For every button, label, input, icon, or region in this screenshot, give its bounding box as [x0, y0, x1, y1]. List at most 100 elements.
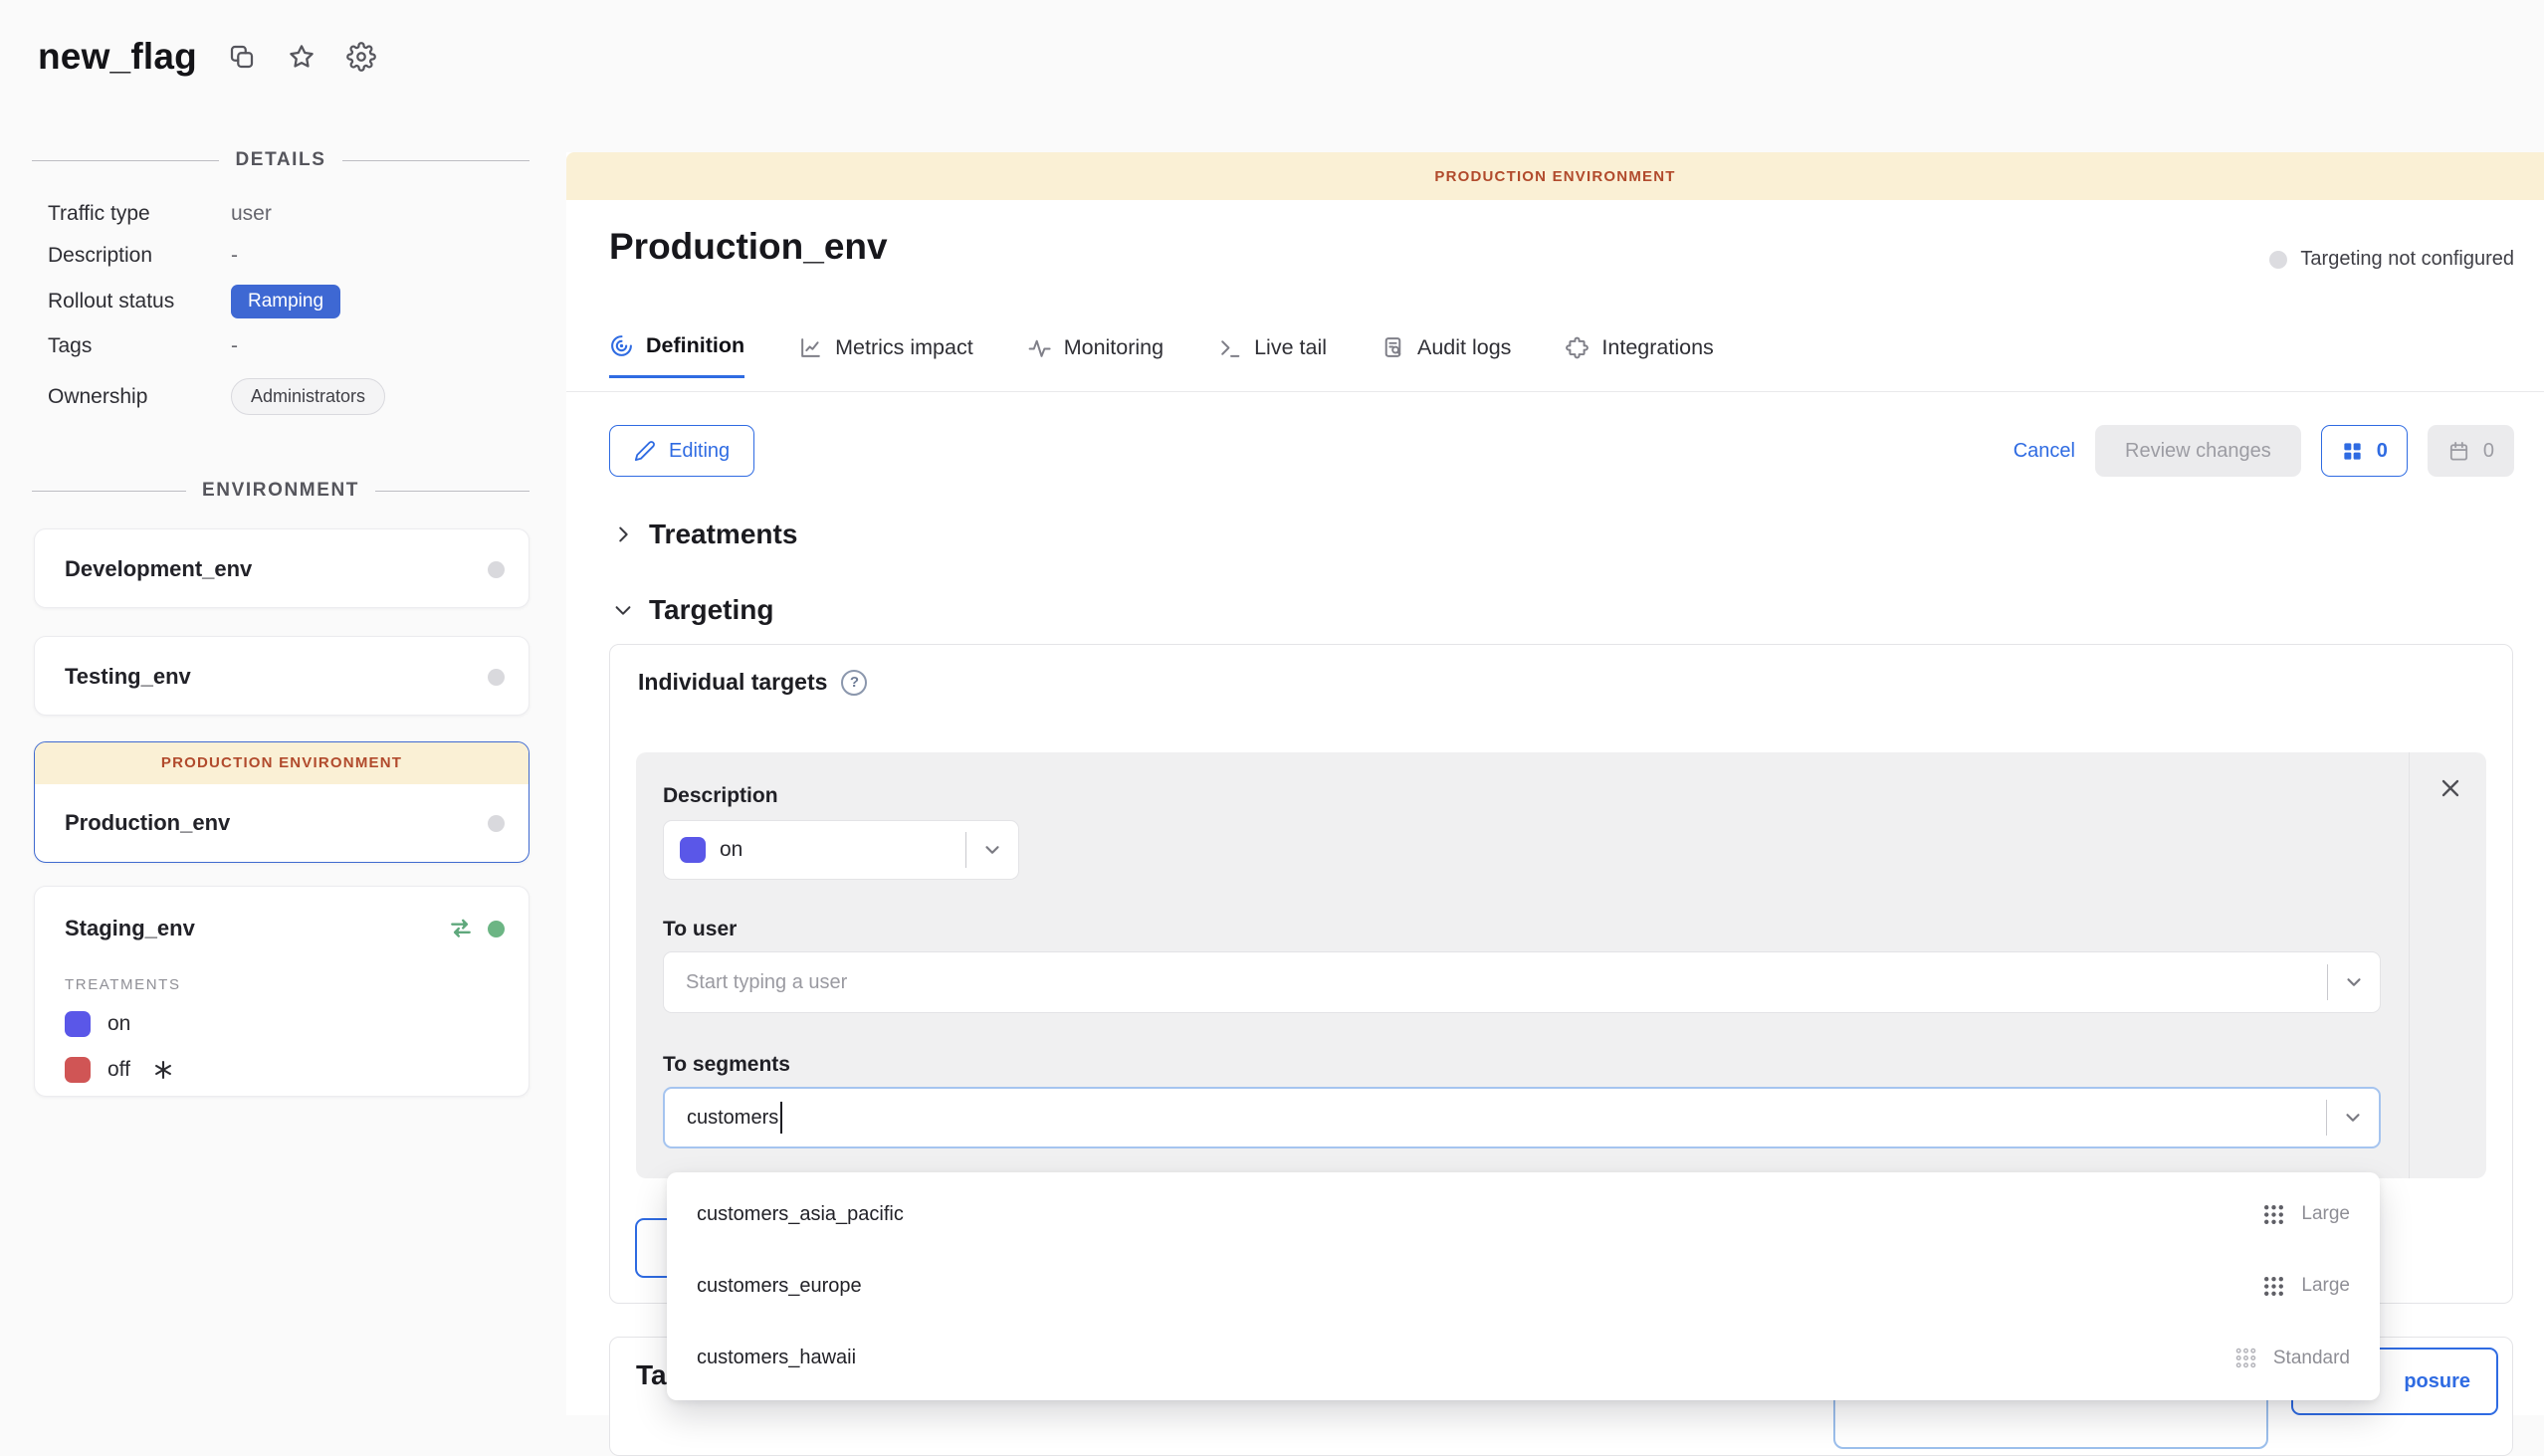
chevron-down-icon[interactable] [2343, 971, 2365, 993]
tab-metrics-impact[interactable]: Metrics impact [798, 333, 973, 378]
env-name: Production_env [65, 810, 230, 836]
scheduled-changes-button[interactable]: 0 [2428, 425, 2514, 477]
treatment-name: off [107, 1058, 130, 1082]
tab-live-tail[interactable]: Live tail [1217, 333, 1327, 378]
rule-divider [2409, 752, 2410, 1178]
review-changes-button[interactable]: Review changes [2095, 425, 2301, 477]
default-treatment-asterisk-icon [151, 1058, 175, 1082]
tab-label: Metrics impact [835, 335, 973, 360]
toolbar-right: Cancel Review changes 0 0 [2014, 425, 2514, 477]
segment-size-label: Large [2301, 1275, 2350, 1297]
env-card-production[interactable]: PRODUCTION ENVIRONMENT Production_env [34, 741, 530, 863]
text-caret [780, 1102, 782, 1134]
detail-value: - [231, 334, 238, 358]
env-card-development[interactable]: Development_env [34, 528, 530, 608]
env-card-staging[interactable]: Staging_env TREATMENTS on off [34, 886, 530, 1097]
detail-value: - [231, 244, 238, 268]
close-icon[interactable] [2437, 774, 2464, 802]
select-divider [965, 832, 966, 868]
segment-name: customers_asia_pacific [697, 1203, 904, 1226]
segment-size-label: Standard [2273, 1348, 2350, 1369]
live-tail-icon [1217, 335, 1242, 360]
environment-title: Production_env [609, 226, 888, 268]
segment-option-europe[interactable]: customers_europe Large [667, 1250, 2380, 1322]
env-status-dot [488, 815, 505, 832]
section-title: Targeting [649, 594, 773, 626]
cancel-button[interactable]: Cancel [2014, 440, 2075, 463]
metrics-icon [798, 335, 823, 360]
partial-button-label: posure [2404, 1370, 2470, 1393]
chevron-right-icon [612, 523, 634, 545]
status-dot-icon [2269, 251, 2287, 269]
env-status-dot [488, 561, 505, 578]
audit-logs-icon [1380, 335, 1405, 360]
env-name: Staging_env [65, 916, 195, 941]
sidebar: DETAILS Traffic type user Description - … [32, 129, 530, 1415]
details-section-header: DETAILS [32, 149, 530, 171]
flag-header: new_flag [38, 36, 376, 78]
calendar-icon [2447, 440, 2470, 463]
to-segments-input[interactable]: customers [663, 1087, 2381, 1148]
copy-icon[interactable] [227, 42, 257, 72]
editing-button[interactable]: Editing [609, 425, 754, 477]
individual-targets-label: Individual targets [638, 669, 827, 696]
ownership-pill[interactable]: Administrators [231, 378, 385, 415]
description-label: Description [663, 784, 778, 808]
segment-option-asia-pacific[interactable]: customers_asia_pacific Large [667, 1178, 2380, 1250]
environment-section-header: ENVIRONMENT [32, 480, 530, 502]
segment-grid-icon [2261, 1274, 2286, 1299]
input-divider [2326, 1100, 2327, 1136]
targeting-section-toggle[interactable]: Targeting [612, 594, 773, 626]
section-title: Treatments [649, 519, 797, 550]
tab-label: Monitoring [1064, 335, 1164, 360]
env-card-testing[interactable]: Testing_env [34, 636, 530, 716]
detail-row-tags: Tags - [48, 334, 530, 358]
page-title: new_flag [38, 36, 197, 78]
targeting-status: Targeting not configured [2269, 248, 2514, 271]
tab-label: Live tail [1254, 335, 1327, 360]
detail-row-rollout-status: Rollout status Ramping [48, 285, 530, 318]
treatment-select[interactable]: on [663, 820, 1019, 880]
tab-bar: Definition Metrics impact Monitoring Liv… [609, 333, 1714, 378]
editing-label: Editing [669, 440, 730, 463]
details-header-label: DETAILS [235, 149, 325, 171]
production-environment-banner: PRODUCTION ENVIRONMENT [566, 152, 2544, 200]
tabs-separator [566, 391, 2544, 392]
chevron-down-icon[interactable] [2342, 1107, 2364, 1129]
scheduled-count: 0 [2483, 440, 2494, 463]
env-name: Development_env [65, 556, 252, 582]
pencil-icon [634, 440, 656, 462]
env-status-dot [488, 921, 505, 937]
gear-icon[interactable] [346, 42, 376, 72]
star-icon[interactable] [287, 42, 317, 72]
help-icon[interactable]: ? [841, 670, 867, 696]
treatment-color-swatch [680, 837, 706, 863]
definition-icon [609, 333, 634, 358]
segment-grid-icon [2261, 1202, 2286, 1227]
to-user-input[interactable] [664, 952, 2327, 1012]
production-env-banner: PRODUCTION ENVIRONMENT [35, 742, 529, 784]
environment-header-label: ENVIRONMENT [202, 480, 359, 502]
env-status-dot [488, 669, 505, 686]
treatments-label: TREATMENTS [65, 976, 529, 993]
changes-count: 0 [2377, 440, 2388, 463]
to-user-label: To user [663, 918, 737, 941]
segments-dropdown: customers_asia_pacific Large customers_e… [667, 1172, 2380, 1400]
status-text: Targeting not configured [2300, 248, 2514, 271]
segment-grid-outline-icon [2233, 1346, 2258, 1370]
treatment-on-swatch [65, 1011, 91, 1037]
changes-queue-button[interactable]: 0 [2321, 425, 2408, 477]
treatments-section-toggle[interactable]: Treatments [612, 519, 797, 550]
segment-name: customers_hawaii [697, 1347, 856, 1369]
grid-icon [2341, 440, 2364, 463]
treatment-row-on: on [65, 1011, 529, 1037]
segment-option-hawaii[interactable]: customers_hawaii Standard [667, 1323, 2380, 1394]
chevron-down-icon[interactable] [981, 839, 1003, 861]
tab-integrations[interactable]: Integrations [1565, 333, 1713, 378]
detail-row-traffic-type: Traffic type user [48, 202, 530, 226]
tab-definition[interactable]: Definition [609, 333, 744, 378]
segment-size-label: Large [2301, 1203, 2350, 1225]
target-rule-card: Description on To user [636, 752, 2486, 1178]
tab-audit-logs[interactable]: Audit logs [1380, 333, 1511, 378]
tab-monitoring[interactable]: Monitoring [1027, 333, 1164, 378]
